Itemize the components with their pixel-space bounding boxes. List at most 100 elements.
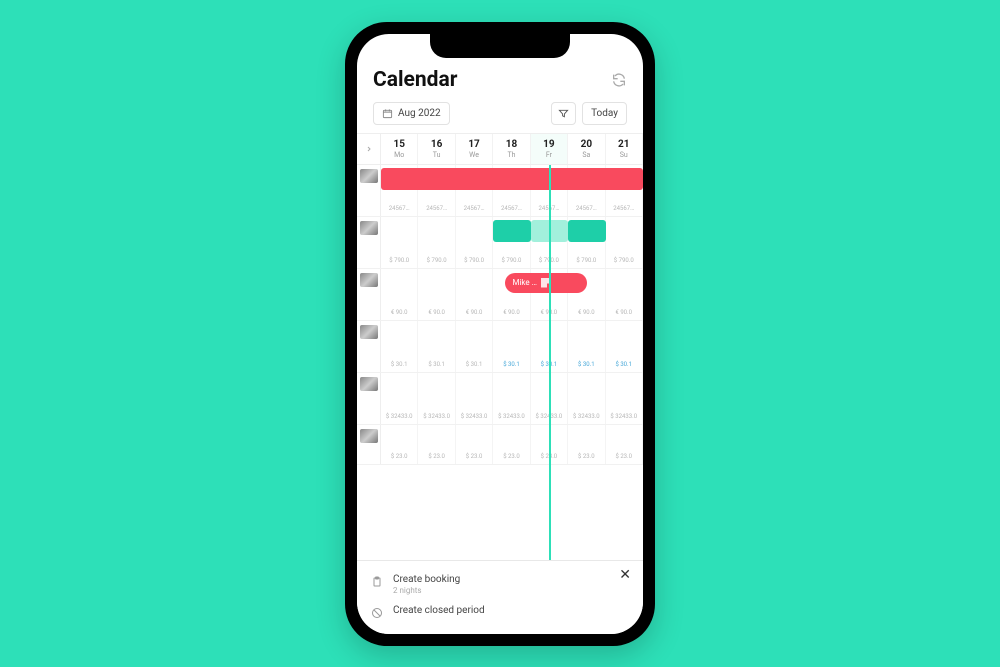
- property-thumb-cell[interactable]: [357, 373, 381, 424]
- day-num: 15: [381, 139, 417, 150]
- day-cell[interactable]: $ 32433.0: [606, 373, 643, 424]
- property-thumb-cell[interactable]: [357, 165, 381, 216]
- nights-label: 2 nights: [393, 586, 460, 595]
- availability-bar[interactable]: [381, 168, 643, 190]
- property-thumb: [360, 429, 378, 443]
- price-label: $ 30.1: [428, 362, 445, 369]
- create-closed-label: Create closed period: [393, 605, 485, 616]
- property-thumb-cell[interactable]: [357, 425, 381, 464]
- property-row: € 90.0€ 90.0€ 90.0€ 90.0€ 90.0€ 90.0€ 90…: [357, 269, 643, 321]
- day-num: 16: [418, 139, 454, 150]
- day-cell[interactable]: $ 30.1: [606, 321, 643, 372]
- month-label: Aug 2022: [398, 108, 441, 119]
- day-abbr: Su: [606, 151, 642, 159]
- price-label: $ 30.1: [578, 362, 595, 369]
- day-head-15[interactable]: 15Mo: [381, 134, 418, 164]
- price-label: $ 790.0: [614, 258, 634, 265]
- price-label: $ 23.0: [503, 454, 520, 461]
- days-header: 15Mo16Tu17We18Th19Fr20Sa21Su: [357, 133, 643, 165]
- property-thumb: [360, 377, 378, 391]
- day-cell[interactable]: $ 790.0: [381, 217, 418, 268]
- price-label: $ 790.0: [427, 258, 447, 265]
- day-cell[interactable]: € 90.0: [381, 269, 418, 320]
- create-booking-item[interactable]: Create booking 2 nights: [371, 569, 629, 600]
- day-cell[interactable]: € 90.0: [606, 269, 643, 320]
- create-closed-item[interactable]: Create closed period: [371, 600, 629, 624]
- month-picker-button[interactable]: Aug 2022: [373, 102, 450, 125]
- booking-pill[interactable]: Mike …: [505, 273, 587, 293]
- day-cell[interactable]: $ 32433.0: [381, 373, 418, 424]
- availability-bar[interactable]: [531, 220, 568, 242]
- price-label: $ 32433.0: [536, 414, 563, 421]
- day-abbr: Fr: [531, 151, 567, 159]
- price-label: $ 30.1: [503, 362, 520, 369]
- day-head-16[interactable]: 16Tu: [418, 134, 455, 164]
- availability-bar[interactable]: [568, 220, 605, 242]
- price-label: 24567…: [501, 206, 522, 213]
- price-label: $ 30.1: [615, 362, 632, 369]
- day-cell[interactable]: $ 23.0: [606, 425, 643, 464]
- price-label: $ 790.0: [576, 258, 596, 265]
- property-thumb: [360, 221, 378, 235]
- day-cell[interactable]: $ 23.0: [493, 425, 530, 464]
- day-num: 18: [493, 139, 529, 150]
- price-label: € 90.0: [578, 310, 595, 317]
- price-label: $ 23.0: [578, 454, 595, 461]
- price-label: $ 32433.0: [498, 414, 525, 421]
- price-label: $ 32433.0: [610, 414, 637, 421]
- sync-icon[interactable]: [611, 72, 627, 88]
- price-label: $ 790.0: [464, 258, 484, 265]
- day-cell[interactable]: $ 790.0: [456, 217, 493, 268]
- day-cell[interactable]: $ 30.1: [456, 321, 493, 372]
- day-cell[interactable]: $ 23.0: [381, 425, 418, 464]
- day-head-20[interactable]: 20Sa: [568, 134, 605, 164]
- price-label: 24567…: [389, 206, 410, 213]
- day-cell[interactable]: € 90.0: [456, 269, 493, 320]
- day-cell[interactable]: € 90.0: [418, 269, 455, 320]
- day-cell[interactable]: $ 790.0: [606, 217, 643, 268]
- close-button[interactable]: ✕: [619, 567, 631, 583]
- price-label: $ 32433.0: [386, 414, 413, 421]
- price-label: $ 790.0: [539, 258, 559, 265]
- scroll-right-button[interactable]: [357, 134, 381, 164]
- today-button[interactable]: Today: [582, 102, 627, 125]
- day-num: 21: [606, 139, 642, 150]
- property-thumb-cell[interactable]: [357, 217, 381, 268]
- block-icon: [371, 607, 383, 619]
- calendar-grid[interactable]: 24567…24567…24567…24567…24567…24567…2456…: [357, 165, 643, 560]
- day-head-17[interactable]: 17We: [456, 134, 493, 164]
- price-label: $ 23.0: [391, 454, 408, 461]
- day-cell[interactable]: $ 23.0: [568, 425, 605, 464]
- price-label: € 90.0: [541, 310, 558, 317]
- day-cell[interactable]: $ 32433.0: [418, 373, 455, 424]
- day-cell[interactable]: $ 32433.0: [493, 373, 530, 424]
- property-thumb-cell[interactable]: [357, 321, 381, 372]
- property-row: 24567…24567…24567…24567…24567…24567…2456…: [357, 165, 643, 217]
- property-row: $ 30.1 $ 30.1 $ 30.1 $ 30.1 $ 30.1 $ 30.1 $ 30…: [357, 321, 643, 373]
- day-cell[interactable]: $ 30.1: [493, 321, 530, 372]
- property-thumb-cell[interactable]: [357, 269, 381, 320]
- property-thumb: [360, 325, 378, 339]
- day-head-19[interactable]: 19Fr: [531, 134, 568, 164]
- price-label: $ 23.0: [466, 454, 483, 461]
- day-cell[interactable]: $ 23.0: [418, 425, 455, 464]
- availability-bar[interactable]: [493, 220, 530, 242]
- price-label: 24567…: [426, 206, 447, 213]
- day-cell[interactable]: $ 32433.0: [456, 373, 493, 424]
- day-cell[interactable]: $ 30.1: [418, 321, 455, 372]
- day-cell[interactable]: $ 30.1: [531, 321, 568, 372]
- filter-button[interactable]: [551, 102, 576, 125]
- day-cell[interactable]: $ 30.1: [381, 321, 418, 372]
- day-cell[interactable]: $ 30.1: [568, 321, 605, 372]
- day-head-18[interactable]: 18Th: [493, 134, 530, 164]
- day-cell[interactable]: $ 790.0: [418, 217, 455, 268]
- day-cell[interactable]: $ 23.0: [531, 425, 568, 464]
- day-cell[interactable]: $ 23.0: [456, 425, 493, 464]
- day-abbr: Sa: [568, 151, 604, 159]
- day-cell[interactable]: $ 32433.0: [531, 373, 568, 424]
- price-label: $ 790.0: [389, 258, 409, 265]
- price-label: $ 30.1: [391, 362, 408, 369]
- day-num: 17: [456, 139, 492, 150]
- day-head-21[interactable]: 21Su: [606, 134, 643, 164]
- day-cell[interactable]: $ 32433.0: [568, 373, 605, 424]
